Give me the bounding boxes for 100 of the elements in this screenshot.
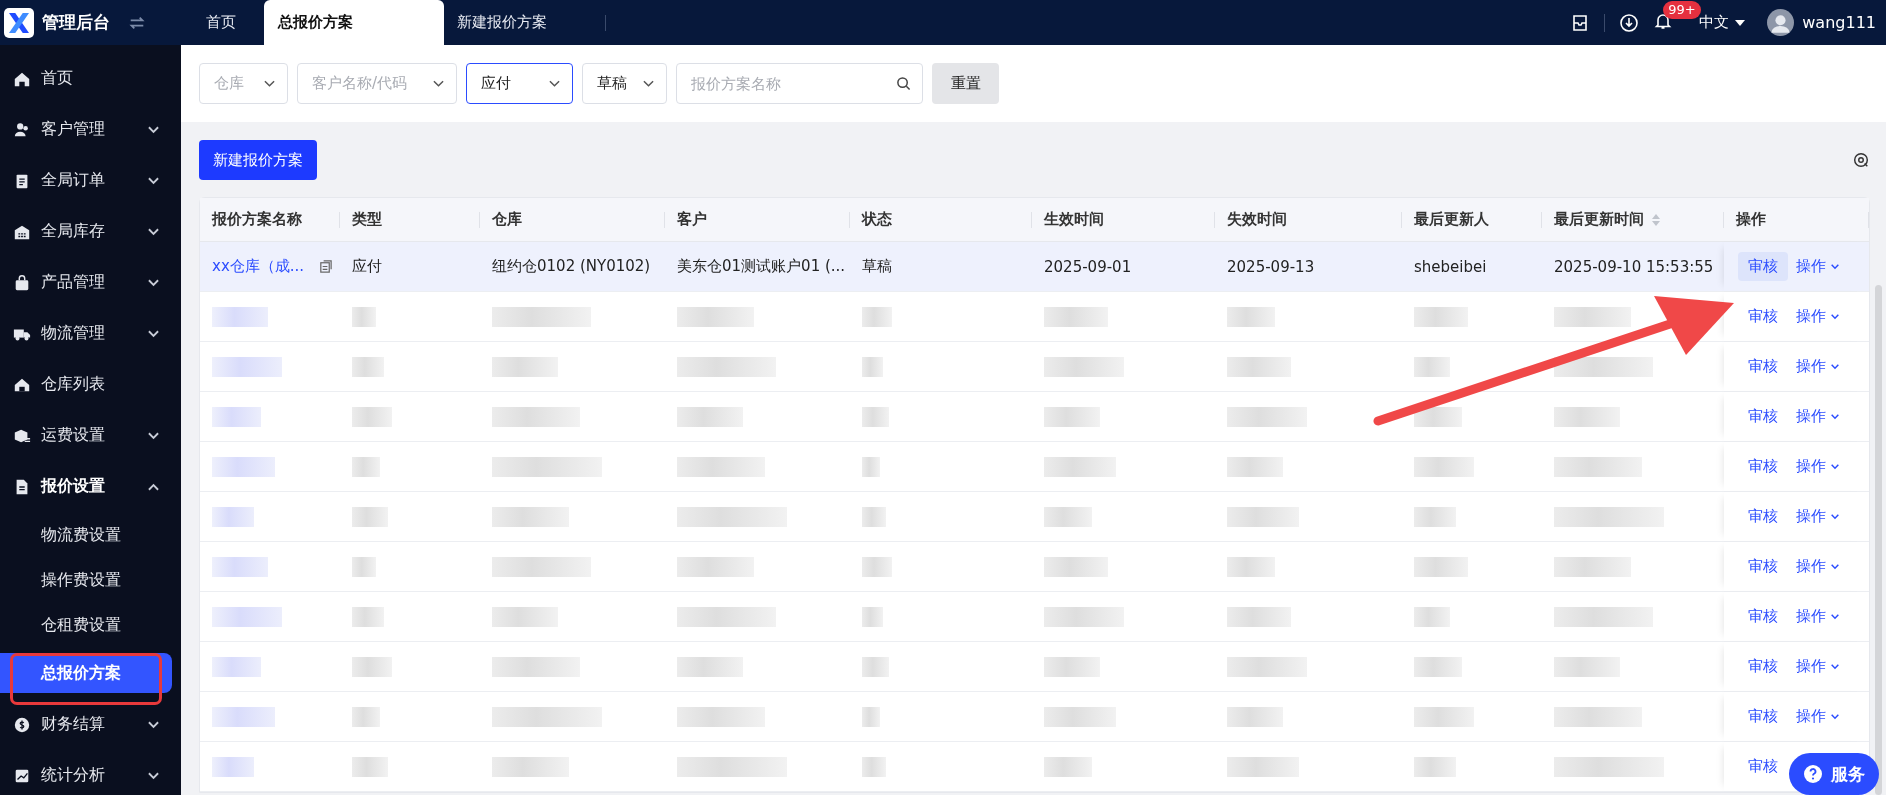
reset-button[interactable]: 重置 <box>932 63 999 104</box>
blurred-text <box>1044 406 1100 427</box>
blurred-text <box>352 456 380 477</box>
chevron-icon <box>1830 363 1840 370</box>
table-row[interactable]: 审核 操作 <box>200 442 1869 492</box>
table-row[interactable]: xx仓库（成... 应付 纽约仓0102 (NY0102) 美东仓01测试账户01 (... 草稿 2025-09-01 2025-09-13 shebeibei 2025-09-10 15:53:55 审核 操作 <box>200 242 1869 292</box>
chevron-icon <box>549 79 560 88</box>
blurred-text <box>1414 356 1450 377</box>
review-button[interactable]: 审核 <box>1738 552 1788 581</box>
more-actions-button[interactable]: 操作 <box>1796 707 1840 726</box>
table-row[interactable]: 审核 操作 <box>200 392 1869 442</box>
sidebar-item[interactable]: 物流管理 <box>0 308 181 359</box>
blurred-text <box>862 506 886 527</box>
blurred-text <box>862 406 889 427</box>
blurred-text <box>862 756 886 777</box>
blurred-text <box>1227 306 1275 327</box>
blurred-text <box>1554 406 1620 427</box>
sidebar-item[interactable]: 全局库存 <box>0 206 181 257</box>
chevron-icon <box>1830 313 1840 320</box>
review-button[interactable]: 审核 <box>1738 602 1788 631</box>
column-header: 客户 <box>677 210 707 229</box>
user-name[interactable]: wang111 <box>1802 13 1876 32</box>
blurred-text <box>1414 706 1474 727</box>
copy-icon[interactable] <box>318 259 334 274</box>
table-row[interactable]: 审核 操作 <box>200 642 1869 692</box>
blurred-text <box>1414 656 1462 677</box>
table-row[interactable]: 审核 操作 <box>200 592 1869 642</box>
help-button[interactable]: 服务 <box>1789 753 1879 795</box>
chevron-icon <box>148 176 159 185</box>
review-button[interactable]: 审核 <box>1738 352 1788 381</box>
sidebar-item[interactable]: 报价设置 <box>0 461 181 512</box>
chevron-icon <box>1830 513 1840 520</box>
column-header: 报价方案名称 <box>212 210 302 229</box>
sidebar-item[interactable]: 客户管理 <box>0 104 181 155</box>
table-row[interactable]: 审核 操作 <box>200 692 1869 742</box>
sidebar-item[interactable]: 仓库列表 <box>0 359 181 410</box>
review-button[interactable]: 审核 <box>1738 252 1788 281</box>
review-button[interactable]: 审核 <box>1738 402 1788 431</box>
column-header: 操作 <box>1736 210 1766 229</box>
submenu-item[interactable]: 操作费设置 <box>0 557 181 602</box>
table-row[interactable]: 审核 操作 <box>200 542 1869 592</box>
sidebar-item[interactable]: 运费设置 <box>0 410 181 461</box>
blurred-text <box>212 456 275 477</box>
submenu-item[interactable]: 仓租费设置 <box>0 602 181 647</box>
settings-icon[interactable] <box>1852 151 1870 169</box>
tab[interactable]: 总报价方案 <box>264 0 444 45</box>
chevron-icon <box>148 720 159 729</box>
review-button[interactable]: 审核 <box>1738 652 1788 681</box>
chevron-icon <box>148 431 159 440</box>
sidebar-item[interactable]: 统计分析 <box>0 750 181 795</box>
language-select[interactable]: 中文 <box>1699 13 1746 32</box>
chevron-icon <box>1830 263 1840 270</box>
plan-name-link[interactable]: xx仓库（成... <box>212 257 305 276</box>
more-actions-button[interactable]: 操作 <box>1796 307 1840 326</box>
table-row[interactable]: 审核 操作 <box>200 492 1869 542</box>
table-cell: 纽约仓0102 (NY0102) <box>492 257 651 276</box>
more-actions-button[interactable]: 操作 <box>1796 657 1840 676</box>
avatar[interactable] <box>1767 9 1795 36</box>
more-actions-button[interactable]: 操作 <box>1796 607 1840 626</box>
chevron-icon <box>1830 463 1840 470</box>
blurred-text <box>1044 306 1108 327</box>
blurred-text <box>677 656 743 677</box>
blurred-text <box>352 556 376 577</box>
more-actions-button[interactable]: 操作 <box>1796 257 1840 276</box>
chevron-icon <box>148 329 159 338</box>
tab[interactable]: 首页 <box>193 0 264 45</box>
table-cell: shebeibei <box>1414 257 1487 276</box>
table-cell: 美东仓01测试账户01 (... <box>677 257 846 276</box>
review-button[interactable]: 审核 <box>1738 752 1788 781</box>
review-button[interactable]: 审核 <box>1738 502 1788 531</box>
more-actions-button[interactable]: 操作 <box>1796 557 1840 576</box>
more-actions-button[interactable]: 操作 <box>1796 357 1840 376</box>
sidebar-item[interactable]: 财务结算 <box>0 699 181 750</box>
sidebar-item[interactable]: 全局订单 <box>0 155 181 206</box>
chevron-icon <box>1830 663 1840 670</box>
more-actions-button[interactable]: 操作 <box>1796 457 1840 476</box>
submenu-item[interactable]: 物流费设置 <box>0 512 181 557</box>
blurred-text <box>212 756 254 777</box>
blurred-text <box>1227 706 1283 727</box>
blurred-text <box>1044 556 1108 577</box>
sidebar-item[interactable]: 首页 <box>0 53 181 104</box>
review-button[interactable]: 审核 <box>1738 702 1788 731</box>
column-header: 仓库 <box>492 210 522 229</box>
search-field[interactable]: 报价方案名称 <box>676 63 923 104</box>
more-actions-button[interactable]: 操作 <box>1796 407 1840 426</box>
download-icon[interactable] <box>1619 12 1640 33</box>
blurred-text <box>352 756 388 777</box>
table-row[interactable]: 审核 操作 <box>200 342 1869 392</box>
review-button[interactable]: 审核 <box>1738 452 1788 481</box>
blurred-text <box>677 406 743 427</box>
blurred-text <box>862 606 883 627</box>
blurred-text <box>1044 656 1100 677</box>
more-actions-button[interactable]: 操作 <box>1796 507 1840 526</box>
select-field[interactable]: 应付 <box>466 63 573 104</box>
select-field[interactable]: 草稿 <box>582 63 667 104</box>
review-button[interactable]: 审核 <box>1738 302 1788 331</box>
tab[interactable]: 新建报价方案 <box>444 0 575 45</box>
create-button[interactable]: 新建报价方案 <box>199 140 317 180</box>
sidebar-item[interactable]: 产品管理 <box>0 257 181 308</box>
blurred-text <box>862 706 880 727</box>
